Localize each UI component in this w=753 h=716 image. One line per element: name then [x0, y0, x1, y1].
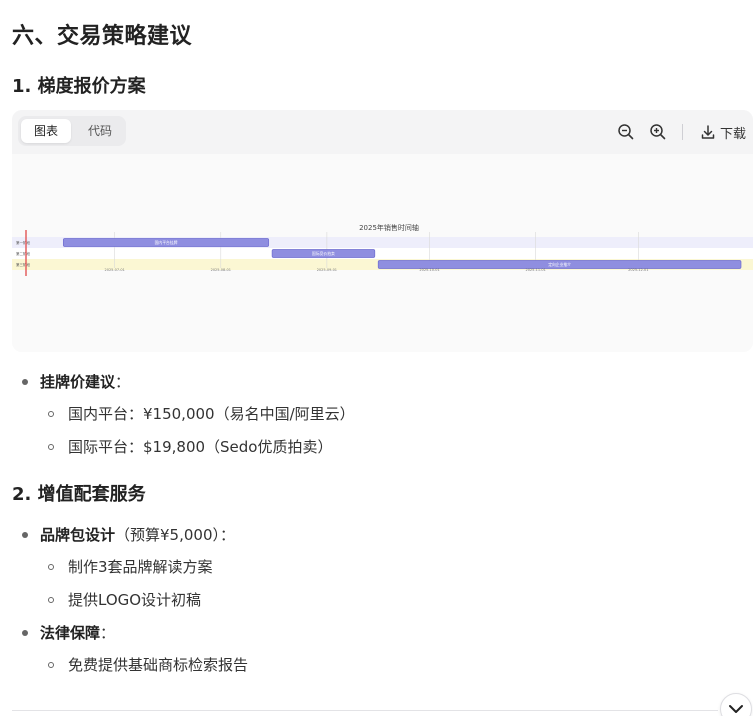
- gantt-bar-label: 国际竞价拍卖: [312, 251, 335, 256]
- list-item-suffix: （预算¥5,000）：: [115, 526, 236, 544]
- x-tick-label: 2025-08-01: [211, 268, 231, 272]
- list-item: 挂牌价建议：: [40, 371, 130, 392]
- download-label: 下载: [720, 126, 747, 142]
- sub-list-item: 国际平台：$19,800（Sedo优质拍卖）: [68, 438, 333, 456]
- list-item-suffix: ：: [115, 373, 131, 391]
- bullet-dot: [22, 532, 28, 538]
- x-tick-label: 2025-12-01: [628, 268, 648, 272]
- sub-list-item: 制作3套品牌解读方案: [68, 558, 213, 576]
- toolbar-divider: [682, 124, 683, 140]
- section-title: 六、交易策略建议: [12, 24, 193, 49]
- tab-chart[interactable]: 图表: [21, 119, 71, 143]
- sub-bullet-circle: [48, 444, 54, 450]
- page: 六、交易策略建议 1. 梯度报价方案 图表 代码 下载 2025年销售时间轴 第…: [0, 0, 753, 716]
- gantt-bar-label: 定向企业推介: [548, 262, 571, 267]
- row-label: 第一阶段: [16, 240, 30, 245]
- row-label: 第二阶段: [16, 251, 30, 256]
- bullet-dot: [22, 630, 28, 636]
- sub-list-item: 提供LOGO设计初稿: [68, 591, 202, 609]
- x-tick-label: 2025-10-01: [419, 268, 439, 272]
- list-item-title: 品牌包设计: [40, 526, 116, 544]
- zoom-in-icon[interactable]: [648, 122, 668, 142]
- gantt-bar-label: 国内平台挂牌: [155, 240, 178, 245]
- row-band: [12, 248, 753, 259]
- subsection-title-pricing: 1. 梯度报价方案: [12, 76, 146, 97]
- row-label: 第三阶段: [16, 262, 30, 267]
- bullet-dot: [22, 379, 28, 385]
- sub-bullet-circle: [48, 411, 54, 417]
- chart-title: 2025年销售时间轴: [359, 223, 419, 232]
- list-item-title: 挂牌价建议: [40, 373, 116, 391]
- gantt-chart: 2025年销售时间轴 第一阶段第二阶段第三阶段 国内平台挂牌国际竞价拍卖定向企业…: [12, 223, 753, 276]
- x-tick-label: 2025-09-01: [317, 268, 337, 272]
- divider: [12, 710, 718, 711]
- chart-card: 图表 代码 下载 2025年销售时间轴 第一阶段 第二阶段 第三阶段 国内平台挂…: [12, 110, 753, 352]
- list-item-title: 法律保障: [40, 624, 101, 642]
- chevron-down-icon: [729, 705, 743, 713]
- list-item-suffix: ：: [100, 624, 116, 642]
- zoom-out-icon[interactable]: [616, 122, 636, 142]
- x-tick-label: 2025-11-01: [525, 268, 545, 272]
- sub-list-item: 免费提供基础商标检索报告: [68, 656, 249, 674]
- gantt-chart-area: 2025年销售时间轴 第一阶段第二阶段第三阶段 国内平台挂牌国际竞价拍卖定向企业…: [12, 154, 753, 352]
- x-tick-label: 2025-07-01: [105, 268, 125, 272]
- chart-toolbar: 图表 代码 下载: [12, 110, 753, 154]
- scroll-down-button[interactable]: [720, 693, 752, 716]
- download-icon: [701, 125, 715, 139]
- view-toggle: 图表 代码: [18, 116, 126, 146]
- sub-bullet-circle: [48, 564, 54, 570]
- download-button[interactable]: 下载: [700, 122, 746, 142]
- sub-list-item: 国内平台：¥150,000（易名中国/阿里云）: [68, 405, 355, 423]
- list-item: 法律保障：: [40, 622, 115, 643]
- sub-bullet-circle: [48, 597, 54, 603]
- list-item: 品牌包设计（预算¥5,000）：: [40, 524, 235, 545]
- tab-code[interactable]: 代码: [75, 119, 125, 143]
- sub-bullet-circle: [48, 662, 54, 668]
- subsection-title-services: 2. 增值配套服务: [12, 484, 146, 505]
